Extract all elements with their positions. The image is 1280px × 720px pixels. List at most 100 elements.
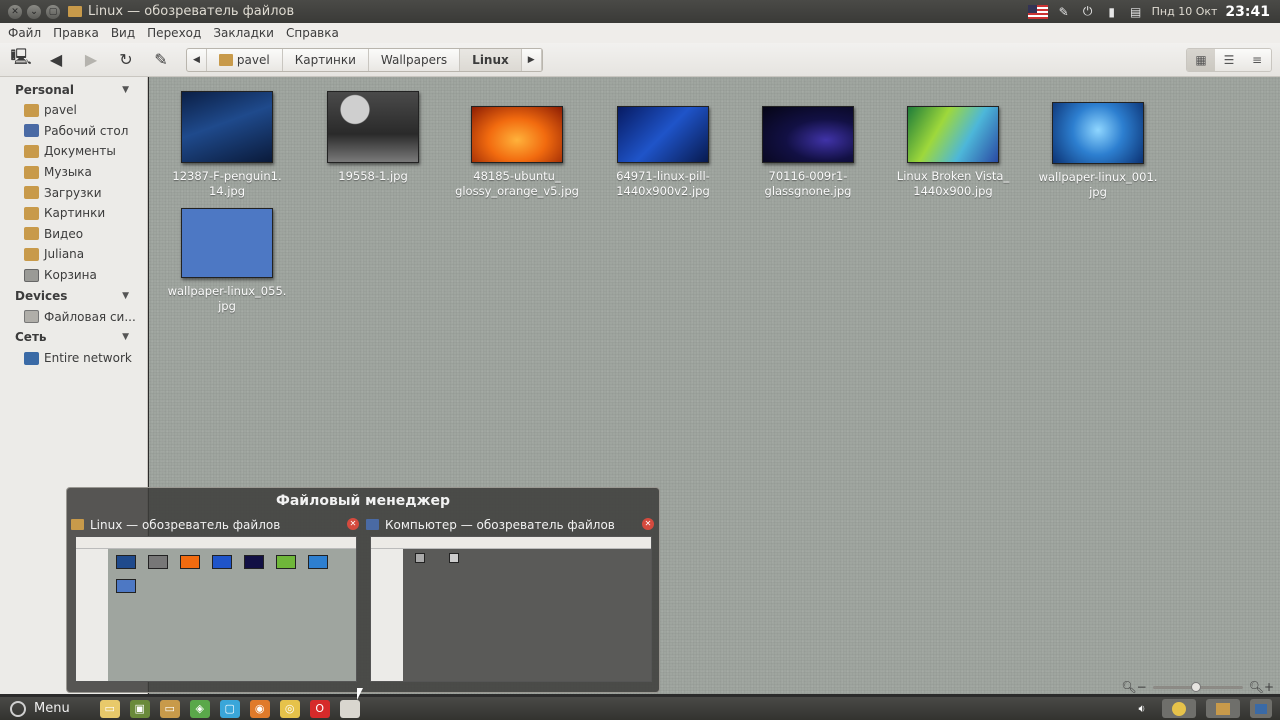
software-manager-launcher-icon[interactable]: ◈ bbox=[189, 699, 210, 718]
menu-help[interactable]: Справка bbox=[280, 26, 345, 40]
sidebar-item-pavel[interactable]: pavel bbox=[0, 100, 147, 121]
drive-icon bbox=[24, 310, 39, 324]
pen-tool-icon[interactable]: ✎ bbox=[1056, 4, 1072, 20]
switcher-window-title: Компьютер — обозреватель файлов bbox=[385, 517, 615, 532]
breadcrumb-right-arrow[interactable]: ▶ bbox=[522, 49, 542, 71]
breadcrumb-linux[interactable]: Linux bbox=[460, 49, 522, 71]
switcher-window-title: Linux — обозреватель файлов bbox=[90, 517, 281, 532]
folder-icon bbox=[71, 519, 84, 530]
launchers: ▭ ▣ ▭ ◈ ▢ ◉ ◎ O bbox=[99, 699, 360, 718]
battery-icon[interactable]: ▮ bbox=[1104, 4, 1120, 20]
file-item[interactable]: 12387-F-penguin1. 14.jpg bbox=[162, 91, 292, 199]
back-button[interactable]: ◀ bbox=[42, 48, 70, 72]
sidebar-header-network[interactable]: Сеть ▼ bbox=[0, 327, 147, 348]
computer-icon[interactable]: 🖳 bbox=[7, 47, 35, 72]
file-name: 19558-1.jpg bbox=[338, 169, 408, 183]
sidebar-item-documents[interactable]: Документы bbox=[0, 141, 147, 162]
sidebar-item-videos[interactable]: Видео bbox=[0, 224, 147, 245]
sidebar-header-devices[interactable]: Devices ▼ bbox=[0, 285, 147, 306]
file-item[interactable]: wallpaper-linux_055. jpg bbox=[162, 208, 292, 314]
clock-time[interactable]: 23:41 bbox=[1225, 4, 1270, 20]
menu-file[interactable]: Файл bbox=[2, 26, 47, 40]
icon-view-button[interactable]: ▦ bbox=[1187, 49, 1215, 71]
reload-button[interactable]: ↻ bbox=[112, 48, 140, 72]
sidebar-item-desktop[interactable]: Рабочий стол bbox=[0, 121, 147, 142]
music-folder-icon bbox=[24, 165, 39, 179]
title-bar: ✕ ⌄ ▢ Linux — обозреватель файлов ✎ ⏻ ▮ … bbox=[0, 0, 1280, 23]
file-item[interactable]: 19558-1.jpg bbox=[308, 91, 438, 184]
menu-go[interactable]: Переход bbox=[141, 26, 207, 40]
breadcrumb: ◀ pavel Картинки Wallpapers Linux ▶ bbox=[186, 48, 543, 72]
zoom-in-icon[interactable]: 🔍︎+ bbox=[1249, 680, 1274, 694]
folder-icon bbox=[24, 144, 39, 158]
list-view-button[interactable]: ☰ bbox=[1215, 49, 1243, 71]
file-name: 70116-009r1- glassgnone.jpg bbox=[764, 169, 852, 198]
file-item[interactable]: 48185-ubuntu_ glossy_orange_v5.jpg bbox=[452, 106, 582, 199]
chrome-launcher-icon[interactable]: ◎ bbox=[279, 699, 300, 718]
file-manager-task-icon[interactable] bbox=[339, 699, 360, 718]
zoom-slider[interactable] bbox=[1152, 681, 1243, 692]
file-item[interactable]: wallpaper-linux_001. jpg bbox=[1033, 102, 1163, 200]
file-name: 48185-ubuntu_ glossy_orange_v5.jpg bbox=[455, 169, 579, 198]
sidebar-item-pictures[interactable]: Картинки bbox=[0, 203, 147, 224]
menu-bookmarks[interactable]: Закладки bbox=[207, 26, 280, 40]
file-item[interactable]: Linux Broken Vista_ 1440x900.jpg bbox=[888, 106, 1018, 199]
power-icon[interactable]: ⏻ bbox=[1080, 4, 1096, 20]
sidebar-header-personal[interactable]: Personal ▼ bbox=[0, 79, 147, 100]
files-launcher-icon[interactable]: ▭ bbox=[99, 699, 120, 718]
close-icon[interactable]: ✕ bbox=[347, 518, 359, 530]
maximize-window-button[interactable]: ▢ bbox=[46, 4, 60, 19]
sidebar-item-music[interactable]: Музыка bbox=[0, 162, 147, 183]
sidebar-item-filesystem[interactable]: Файловая си... bbox=[0, 306, 147, 327]
switcher-window-linux[interactable]: Linux — обозреватель файлов ✕ bbox=[71, 516, 361, 688]
opera-launcher-icon[interactable]: O bbox=[309, 699, 330, 718]
task-window-files[interactable] bbox=[1206, 699, 1240, 718]
file-item[interactable]: 64971-linux-pill- 1440x900v2.jpg bbox=[598, 106, 728, 199]
volume-icon[interactable]: 🔉︎ bbox=[1132, 700, 1152, 718]
close-window-button[interactable]: ✕ bbox=[8, 4, 22, 19]
folder-icon bbox=[24, 247, 39, 261]
zoom-out-icon[interactable]: 🔍︎− bbox=[1121, 680, 1146, 694]
start-menu-button[interactable]: Menu bbox=[0, 700, 70, 717]
taskbar: Menu ▭ ▣ ▭ ◈ ▢ ◉ ◎ O 🔉︎ bbox=[0, 697, 1280, 720]
terminal-launcher-icon[interactable]: ▣ bbox=[129, 699, 150, 718]
minimize-window-button[interactable]: ⌄ bbox=[27, 4, 41, 19]
breadcrumb-wallpapers[interactable]: Wallpapers bbox=[369, 49, 461, 71]
clipboard-icon[interactable]: ▤ bbox=[1128, 4, 1144, 20]
system-tray: ✎ ⏻ ▮ ▤ Пнд 10 Окт 23:41 bbox=[1027, 0, 1280, 23]
display-launcher-icon[interactable]: ▢ bbox=[219, 699, 240, 718]
toolbar: 🖳 ◀ ▶ ↻ ✎ ◀ pavel Картинки Wallpapers Li… bbox=[0, 43, 1280, 77]
chevron-down-icon: ▼ bbox=[122, 290, 129, 301]
file-name: wallpaper-linux_001. jpg bbox=[1038, 170, 1158, 199]
computer-icon bbox=[366, 519, 379, 530]
file-name: wallpaper-linux_055. jpg bbox=[167, 284, 287, 313]
zoom-slider-handle[interactable] bbox=[1190, 681, 1201, 692]
menu-edit[interactable]: Правка bbox=[47, 26, 105, 40]
breadcrumb-left-arrow[interactable]: ◀ bbox=[187, 49, 207, 71]
sidebar-item-entire-network[interactable]: Entire network bbox=[0, 348, 147, 369]
chrome-icon bbox=[1172, 701, 1186, 716]
forward-button[interactable]: ▶ bbox=[77, 48, 105, 72]
sidebar-item-downloads[interactable]: Загрузки bbox=[0, 182, 147, 203]
menu-view[interactable]: Вид bbox=[105, 26, 141, 40]
sidebar-item-trash[interactable]: Корзина bbox=[0, 265, 147, 286]
folder-launcher-icon[interactable]: ▭ bbox=[159, 699, 180, 718]
keyboard-layout-flag-icon[interactable] bbox=[1027, 4, 1048, 19]
desktop-icon bbox=[1255, 703, 1267, 714]
switcher-window-computer[interactable]: Компьютер — обозреватель файлов ✕ bbox=[366, 516, 656, 688]
sidebar-item-juliana[interactable]: Juliana bbox=[0, 244, 147, 265]
edit-location-button[interactable]: ✎ bbox=[147, 48, 175, 72]
image-thumbnail bbox=[327, 91, 419, 163]
desktop-icon bbox=[24, 124, 39, 138]
firefox-launcher-icon[interactable]: ◉ bbox=[249, 699, 270, 718]
clock-date[interactable]: Пнд 10 Окт bbox=[1152, 5, 1218, 18]
task-window-chrome[interactable] bbox=[1162, 699, 1196, 718]
close-icon[interactable]: ✕ bbox=[642, 518, 654, 530]
mint-logo-icon bbox=[10, 700, 26, 717]
show-desktop-button[interactable] bbox=[1250, 699, 1272, 718]
compact-view-button[interactable]: ≡ bbox=[1243, 49, 1271, 71]
file-item[interactable]: 70116-009r1- glassgnone.jpg bbox=[743, 106, 873, 199]
breadcrumb-pavel[interactable]: pavel bbox=[207, 49, 283, 71]
file-name: 12387-F-penguin1. 14.jpg bbox=[172, 169, 282, 198]
breadcrumb-pictures[interactable]: Картинки bbox=[283, 49, 369, 71]
